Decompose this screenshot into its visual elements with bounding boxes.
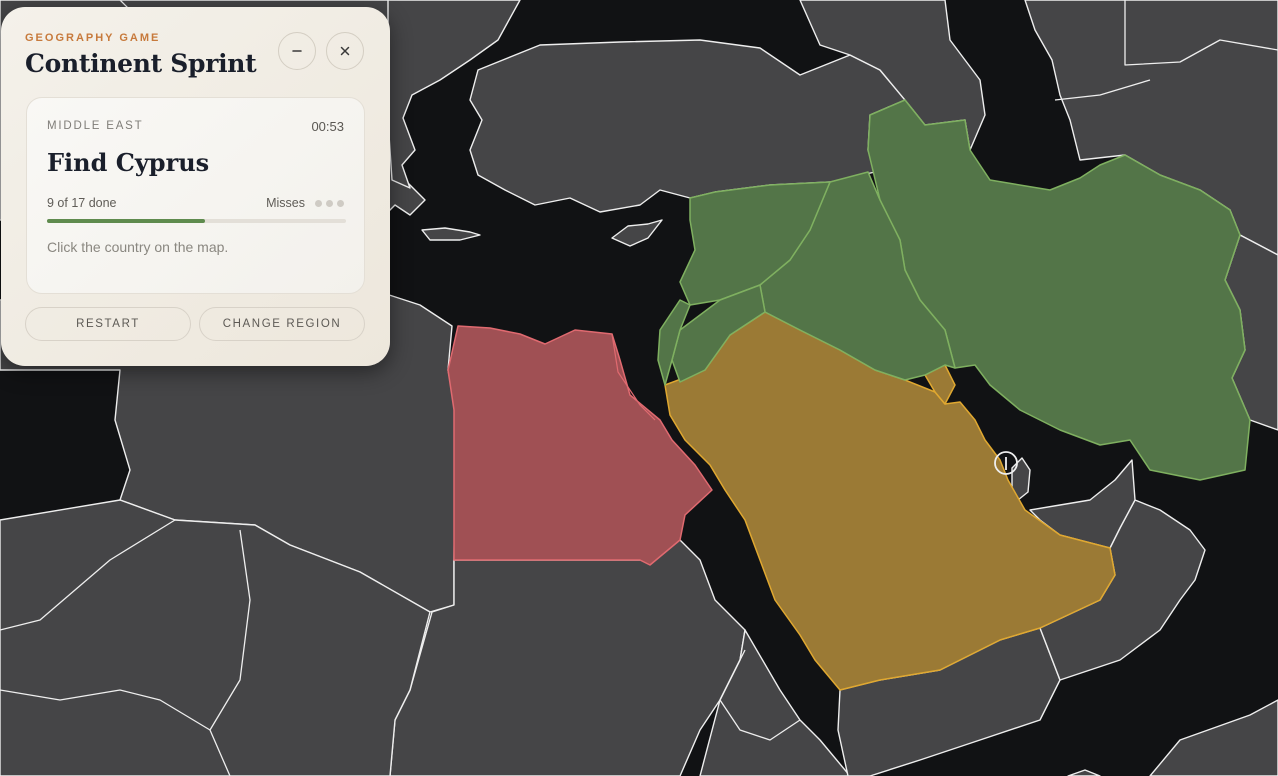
progress-track — [47, 219, 346, 223]
restart-button[interactable]: RESTART — [25, 307, 191, 341]
minimize-button[interactable] — [278, 32, 316, 70]
progress-fill — [47, 219, 206, 223]
game-eyebrow: GEOGRAPHY GAME — [25, 32, 161, 44]
misses-label: Misses — [266, 196, 305, 210]
misses-indicator: Misses — [266, 196, 344, 210]
close-button[interactable] — [326, 32, 364, 70]
miss-dot — [326, 199, 333, 207]
game-panel: GEOGRAPHY GAME Continent Sprint MIDDLE E… — [1, 7, 390, 366]
miss-dot — [337, 199, 344, 207]
challenge-card: MIDDLE EAST 00:53 Find Cyprus 9 of 17 do… — [26, 97, 365, 294]
challenge-prompt: Find Cyprus — [47, 148, 210, 177]
progress-text: 9 of 17 done — [47, 196, 117, 210]
timer: 00:53 — [311, 119, 344, 134]
close-icon — [340, 46, 350, 56]
game-title: Continent Sprint — [25, 49, 257, 78]
change-region-button[interactable]: CHANGE REGION — [199, 307, 365, 341]
miss-dot — [315, 199, 322, 207]
hint-text: Click the country on the map. — [47, 239, 229, 255]
region-label: MIDDLE EAST — [47, 120, 144, 132]
minus-icon — [292, 50, 302, 52]
